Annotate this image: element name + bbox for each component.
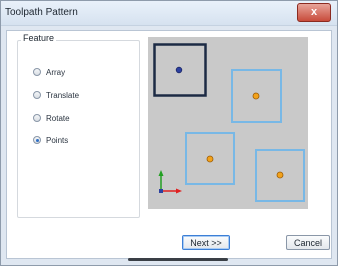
close-icon: x <box>310 6 318 18</box>
radio-option-array[interactable]: Array <box>33 66 65 78</box>
pattern-point-3[interactable] <box>276 171 284 179</box>
taskbar-edge <box>128 258 228 261</box>
pattern-point-1[interactable] <box>252 92 260 100</box>
title-bar[interactable]: Toolpath Pattern x <box>1 1 337 26</box>
radio-translate[interactable] <box>33 91 41 99</box>
next-button[interactable]: Next >> <box>182 235 230 250</box>
axis-triad-icon <box>158 170 182 194</box>
cancel-button[interactable]: Cancel <box>286 235 330 250</box>
radio-rotate[interactable] <box>33 114 41 122</box>
radio-option-rotate[interactable]: Rotate <box>33 112 70 124</box>
radio-label-rotate: Rotate <box>46 113 70 123</box>
feature-group-label: Feature <box>21 33 57 43</box>
selected-pattern-point[interactable] <box>175 66 183 74</box>
radio-label-points: Points <box>46 135 69 145</box>
pattern-preview-canvas[interactable] <box>148 37 308 209</box>
close-button[interactable]: x <box>297 3 331 22</box>
radio-array[interactable] <box>33 68 41 76</box>
pattern-preview-svg <box>153 43 305 202</box>
cancel-button-label: Cancel <box>293 237 322 248</box>
radio-option-translate[interactable]: Translate <box>33 89 79 101</box>
next-button-label: Next >> <box>190 237 222 248</box>
radio-option-points[interactable]: Points <box>33 134 68 146</box>
radio-label-translate: Translate <box>46 90 80 100</box>
radio-label-array: Array <box>46 67 66 77</box>
pattern-point-2[interactable] <box>206 155 214 163</box>
radio-points[interactable] <box>33 136 41 144</box>
window-title: Toolpath Pattern <box>5 7 78 18</box>
